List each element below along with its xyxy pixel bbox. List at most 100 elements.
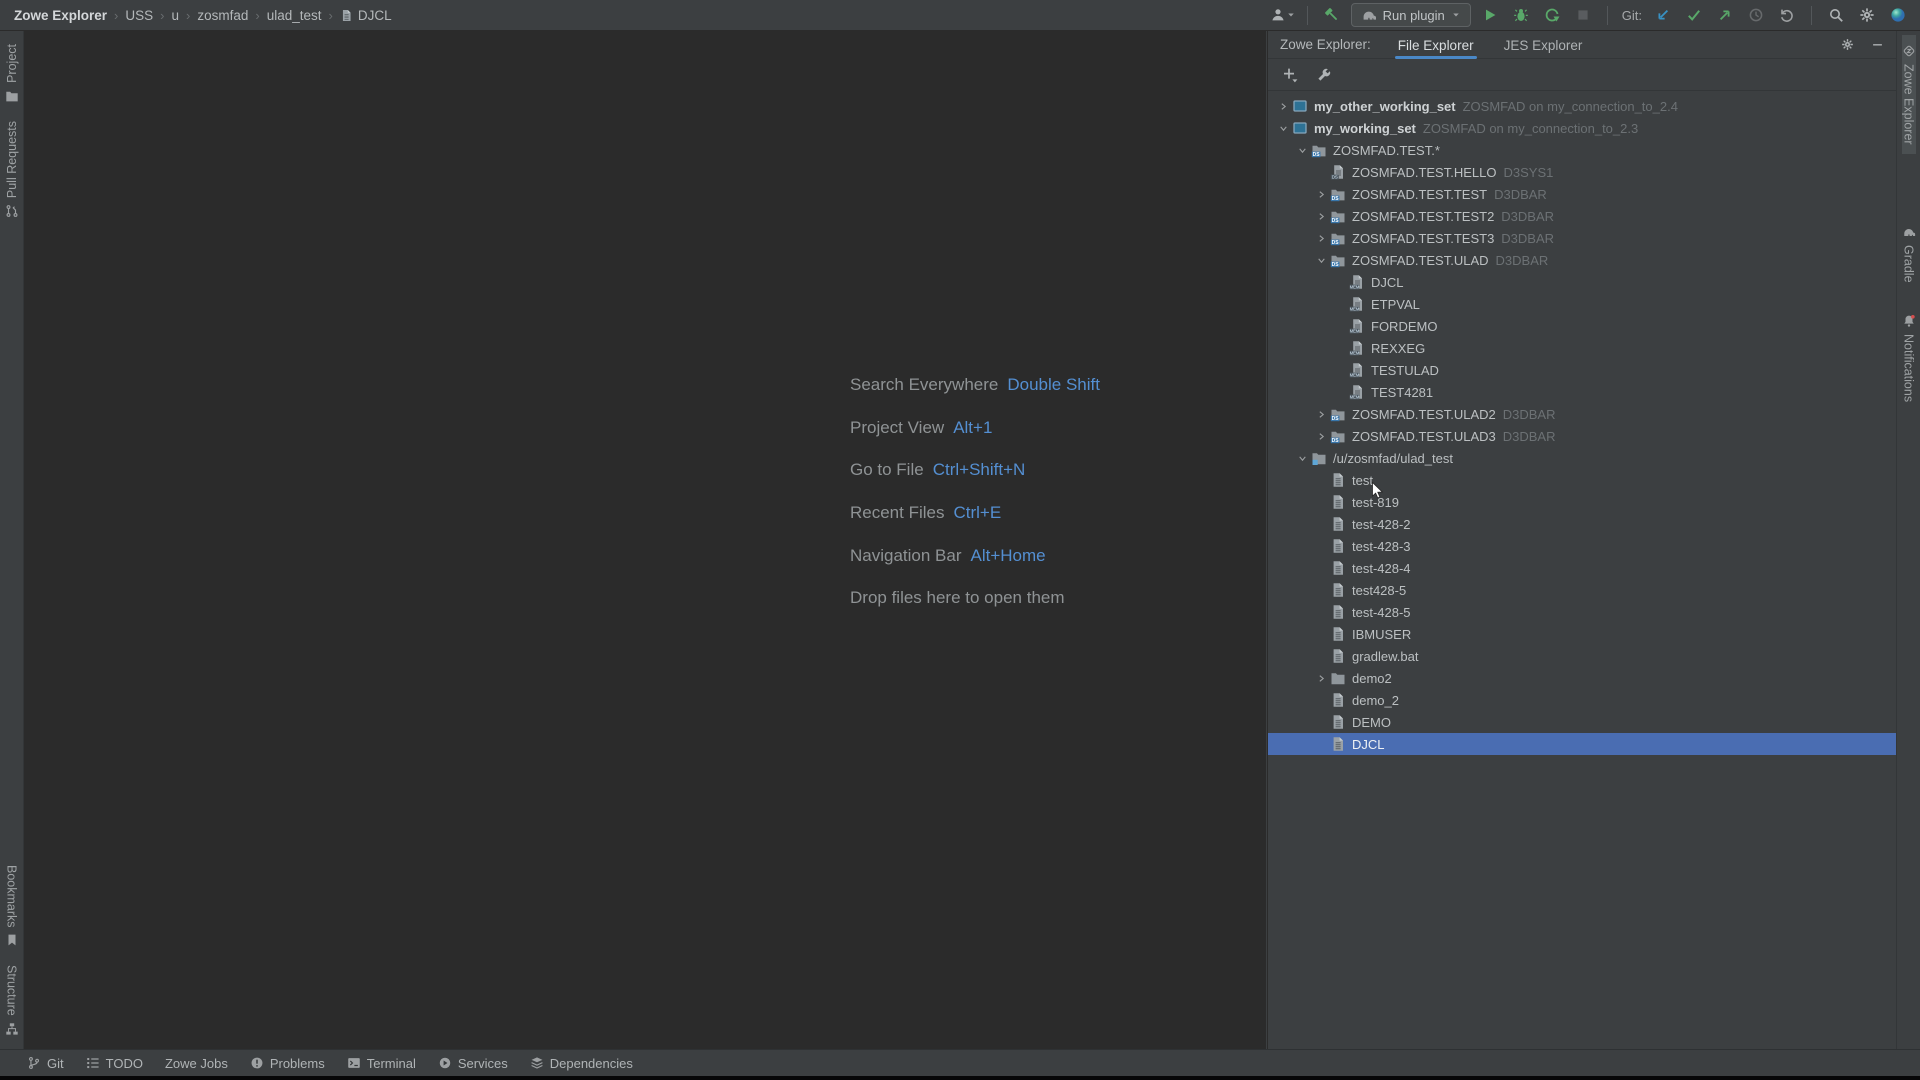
tree-row[interactable]: DSZOSMFAD.TEST.TEST2D3DBAR (1268, 205, 1896, 227)
git-rollback-button[interactable] (1775, 3, 1799, 27)
tree-row[interactable]: test-428-3 (1268, 535, 1896, 557)
breadcrumb-item[interactable]: DJCL (340, 8, 392, 23)
tree-row[interactable]: my_other_working_setZOSMFAD on my_connec… (1268, 95, 1896, 117)
statusbar-item-zowe-jobs[interactable]: Zowe Jobs (165, 1056, 228, 1071)
tree-row[interactable]: DSZOSMFAD.TEST.HELLOD3SYS1 (1268, 161, 1896, 183)
run-button[interactable] (1478, 3, 1502, 27)
chevron-down-icon[interactable] (1275, 120, 1292, 136)
right-stripe-top: Zowe Explorer Gradle Notifications (1902, 35, 1916, 411)
tree-row[interactable]: test-428-5 (1268, 601, 1896, 623)
tree-row[interactable]: DSZOSMFAD.TEST.* (1268, 139, 1896, 161)
add-working-set-button[interactable] (1280, 65, 1300, 85)
tree-row[interactable]: DSZOSMFAD.TEST.ULAD2D3DBAR (1268, 403, 1896, 425)
tree-row[interactable]: test (1268, 469, 1896, 491)
tab-jes-explorer[interactable]: JES Explorer (1501, 31, 1586, 59)
layers-icon (530, 1056, 544, 1070)
stripe-item-notifications[interactable]: Notifications (1902, 305, 1916, 411)
stripe-item-pull-requests[interactable]: Pull Requests (5, 112, 19, 227)
rollback-icon (1779, 7, 1795, 23)
stripe-item-bookmarks[interactable]: Bookmarks (5, 856, 19, 957)
chevron-right-icon[interactable] (1313, 406, 1330, 422)
tab-file-explorer[interactable]: File Explorer (1395, 31, 1477, 59)
chevron-right-icon[interactable] (1313, 208, 1330, 224)
hide-tool-window-button[interactable] (1868, 36, 1886, 54)
tree-row[interactable]: test-428-4 (1268, 557, 1896, 579)
tool-window-settings-button[interactable] (1838, 36, 1856, 54)
chevron-down-icon[interactable] (1294, 142, 1311, 158)
statusbar-item-dependencies[interactable]: Dependencies (530, 1056, 633, 1071)
tree-row[interactable]: DSZOSMFAD.TEST.TEST3D3DBAR (1268, 227, 1896, 249)
chevron-down-icon[interactable] (1313, 252, 1330, 268)
chevron-right-icon[interactable] (1313, 670, 1330, 686)
settings-button[interactable] (1855, 3, 1879, 27)
tree-row[interactable]: demo_2 (1268, 689, 1896, 711)
git-push-button[interactable] (1713, 3, 1737, 27)
stripe-item-project[interactable]: Project (5, 35, 19, 112)
debug-button[interactable] (1509, 3, 1533, 27)
breadcrumb-item[interactable]: zosmfad (197, 8, 248, 23)
chevron-right-icon[interactable] (1275, 98, 1292, 114)
editor-area[interactable]: Search EverywhereDouble ShiftProject Vie… (24, 31, 1266, 1049)
search-everywhere-button[interactable] (1824, 3, 1848, 27)
caret-icon (1286, 10, 1296, 20)
statusbar-item-services[interactable]: Services (438, 1056, 508, 1071)
user-account-button[interactable] (1271, 3, 1295, 27)
run-configuration-combo[interactable]: Run plugin (1351, 3, 1471, 27)
chevron-right-icon[interactable] (1313, 428, 1330, 444)
statusbar-item-problems[interactable]: Problems (250, 1056, 325, 1071)
chevron-spacer (1313, 560, 1330, 576)
statusbar-item-label: Zowe Jobs (165, 1056, 228, 1071)
caret-icon (1451, 10, 1461, 20)
tree-row[interactable]: DJCL (1268, 733, 1896, 755)
file-icon (340, 9, 353, 22)
bookmark-icon (5, 933, 19, 947)
breadcrumb-item[interactable]: USS (125, 8, 153, 23)
tree-row[interactable]: DSZOSMFAD.TEST.ULAD3D3DBAR (1268, 425, 1896, 447)
tree-row[interactable]: MEMTESTULAD (1268, 359, 1896, 381)
tree-row[interactable]: test-428-2 (1268, 513, 1896, 535)
ds-folder-icon: DS (1330, 208, 1346, 224)
hint-label: Search Everywhere (850, 375, 998, 395)
tree-row[interactable]: DEMO (1268, 711, 1896, 733)
tree-row[interactable]: MEMDJCL (1268, 271, 1896, 293)
user-icon (1270, 7, 1286, 23)
git-update-button[interactable] (1651, 3, 1675, 27)
tree-row[interactable]: MEMETPVAL (1268, 293, 1896, 315)
build-button[interactable] (1320, 3, 1344, 27)
svg-text:MEM: MEM (1350, 372, 1360, 377)
stripe-item-structure[interactable]: Structure (5, 956, 19, 1045)
tree-row[interactable]: test428-5 (1268, 579, 1896, 601)
tree-row[interactable]: gradlew.bat (1268, 645, 1896, 667)
breadcrumb-item[interactable]: ulad_test (267, 8, 322, 23)
tree-row[interactable]: IBMUSER (1268, 623, 1896, 645)
tree-row[interactable]: my_working_setZOSMFAD on my_connection_t… (1268, 117, 1896, 139)
statusbar-item-git[interactable]: Git (27, 1056, 64, 1071)
profile-button[interactable] (1540, 3, 1564, 27)
tree-row[interactable]: test-819 (1268, 491, 1896, 513)
tree-row[interactable]: /u/zosmfad/ulad_test (1268, 447, 1896, 469)
git-commit-button[interactable] (1682, 3, 1706, 27)
stripe-item-gradle[interactable]: Gradle (1902, 216, 1916, 292)
statusbar-item-todo[interactable]: TODO (86, 1056, 143, 1071)
stripe-item-zowe-explorer[interactable]: Zowe Explorer (1902, 35, 1916, 154)
breadcrumb-item[interactable]: Zowe Explorer (14, 8, 107, 23)
chevron-right-icon[interactable] (1313, 186, 1330, 202)
tree-row[interactable]: MEMFORDEMO (1268, 315, 1896, 337)
breadcrumb-item[interactable]: u (171, 8, 179, 23)
tree-row[interactable]: DSZOSMFAD.TEST.TESTD3DBAR (1268, 183, 1896, 205)
folder-icon (1330, 670, 1346, 686)
edit-working-set-button[interactable] (1314, 65, 1334, 85)
statusbar-item-terminal[interactable]: Terminal (347, 1056, 416, 1071)
tree-row[interactable]: MEMTEST4281 (1268, 381, 1896, 403)
tree-row[interactable]: MEMREXXEG (1268, 337, 1896, 359)
tree-item-label: ETPVAL (1371, 297, 1420, 312)
chevron-down-icon[interactable] (1294, 450, 1311, 466)
tree-row[interactable]: demo2 (1268, 667, 1896, 689)
ds-folder-icon: DS (1330, 428, 1346, 444)
file-icon (1330, 648, 1346, 664)
statusbar-item-label: Terminal (367, 1056, 416, 1071)
chevron-right-icon[interactable] (1313, 230, 1330, 246)
statusbar-item-label: Git (47, 1056, 64, 1071)
profile-avatar-button[interactable] (1886, 3, 1910, 27)
tree-row[interactable]: DSZOSMFAD.TEST.ULADD3DBAR (1268, 249, 1896, 271)
